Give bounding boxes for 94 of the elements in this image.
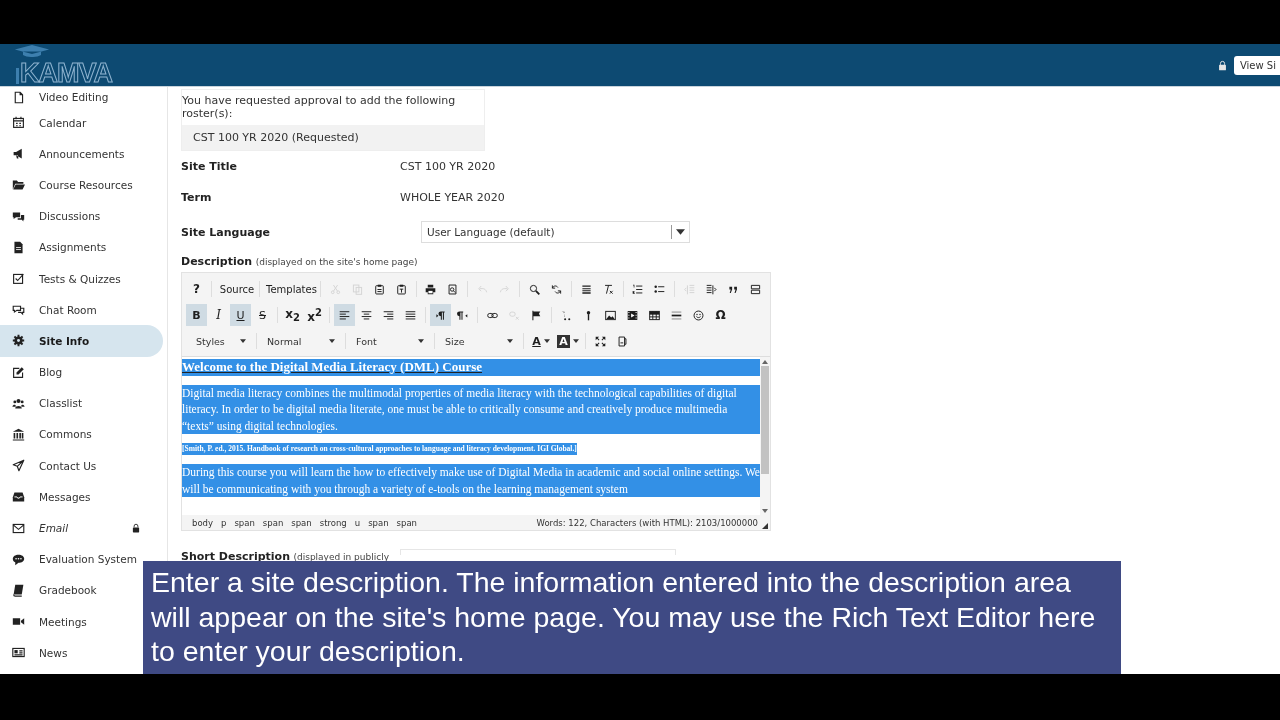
caret-icon	[572, 339, 579, 343]
align-left-button[interactable]	[334, 304, 355, 326]
sidebar-item[interactable]: Classlist	[0, 387, 141, 419]
sidebar-item[interactable]: Video Editing	[0, 87, 141, 107]
resize-grip-icon[interactable]	[762, 523, 768, 529]
background-color-button[interactable]: A	[555, 330, 581, 352]
field-label: Site Language	[181, 225, 271, 239]
logo[interactable]: KAMVA	[0, 44, 112, 86]
source-button[interactable]: Source	[215, 278, 256, 300]
format-combo[interactable]: Size	[439, 331, 519, 351]
envelope-icon	[12, 521, 25, 535]
sidebar-item[interactable]: Messages	[0, 481, 141, 513]
sidebar-item[interactable]: Contact Us	[0, 450, 141, 482]
element-path-item[interactable]: span	[234, 517, 255, 528]
sidebar-item[interactable]: News	[0, 637, 141, 669]
format-combo[interactable]: Normal	[261, 331, 341, 351]
calendar-icon	[12, 116, 25, 130]
newspaper-icon	[12, 646, 25, 660]
element-path-item[interactable]: span	[396, 517, 417, 528]
templates-button[interactable]: Templates	[264, 278, 316, 300]
book-icon	[12, 583, 25, 597]
format-combo[interactable]: Styles	[186, 331, 252, 351]
strikethrough-button[interactable]: S	[252, 304, 273, 326]
lock-icon	[131, 523, 141, 534]
special-character-button[interactable]: Ω	[710, 304, 731, 326]
sidebar-item[interactable]: Course Resources	[0, 169, 141, 201]
paper-plane-icon	[12, 459, 25, 473]
view-site-button[interactable]: View Si	[1233, 55, 1280, 75]
megaphone-icon	[12, 147, 25, 161]
sidebar-item[interactable]: Gradebook	[0, 574, 141, 606]
checkbox-icon	[12, 272, 25, 286]
caret-icon	[418, 339, 424, 343]
caret-icon	[676, 229, 685, 235]
show-blocks-icon	[617, 335, 628, 347]
pencil-square-icon	[12, 365, 25, 379]
description-label: Description (displayed on the site's home page)	[181, 254, 419, 270]
subscript-button[interactable]: x$_{2}$	[282, 304, 303, 326]
sidebar-item[interactable]: Assignments	[0, 231, 141, 263]
content-paragraph: Digital media literacy combines the multimodal properties of media literacy with the technological capabilities of digital literacy. In order to be digital media literate, one must be able to critically consume and creatively produce multimedia “texts” using digital technologies.	[182, 384, 760, 434]
speech-bubble-icon	[12, 552, 25, 566]
chat-bubble-icon	[12, 303, 25, 317]
sidebar-item[interactable]: Blog	[0, 356, 141, 388]
element-path-item[interactable]: strong	[319, 517, 347, 528]
caret-icon	[329, 339, 335, 343]
italic-button[interactable]: I	[208, 304, 229, 326]
text-color-button[interactable]: A	[528, 330, 554, 352]
sidebar-item[interactable]: Site Info	[0, 325, 163, 357]
caption: Enter a site description. The information entered into the description area will appear on the site's home page. You may use the Rich Text Editor here to enter your description.	[143, 561, 1121, 674]
sidebar-item[interactable]: Email	[0, 512, 141, 544]
sidebar-item[interactable]: Announcements	[0, 138, 141, 170]
content-paragraph: During this course you will learn the how to effectively make use of Digital Media in academic and social online settings. We will be communicating with you through a variety of e-tools on the learning management system	[182, 464, 760, 497]
sidebar-item[interactable]: Calendar	[0, 107, 141, 139]
element-path-item[interactable]: p	[221, 517, 227, 528]
bold-button[interactable]: B	[186, 304, 207, 326]
element-path-item[interactable]: span	[262, 517, 284, 528]
sidebar-item[interactable]: Evaluation System	[0, 543, 141, 575]
word-count: Words: 122, Characters (with HTML): 2103/1000000	[536, 517, 758, 528]
help-button[interactable]: ?	[186, 278, 207, 300]
superscript-button[interactable]: x$^{2}$	[304, 304, 325, 326]
element-path-item[interactable]: span	[368, 517, 389, 528]
folder-icon	[12, 178, 25, 192]
language-dropdown[interactable]: User Language (default)	[421, 221, 690, 243]
sidebar-item[interactable]: Discussions	[0, 200, 141, 232]
field-label: Site Title	[181, 160, 238, 173]
caret-icon	[507, 339, 513, 343]
users-icon	[12, 396, 25, 410]
element-path-item[interactable]: u	[354, 517, 361, 528]
short-description-field[interactable]	[400, 549, 676, 555]
document-icon	[12, 90, 25, 104]
content-heading: Welcome to the Digital Media Literacy (DML) Course	[182, 359, 760, 376]
file-icon	[12, 240, 25, 254]
bank-icon	[12, 427, 25, 441]
maximize-icon	[595, 335, 606, 347]
field-label: Term	[181, 191, 213, 204]
sidebar-item[interactable]: Meetings	[0, 606, 141, 638]
format-combo[interactable]: Font	[350, 331, 430, 351]
field-value: CST 100 YR 2020	[400, 160, 496, 173]
sidebar-item[interactable]: Commons	[0, 418, 141, 451]
sidebar-item[interactable]: Tests & Quizzes	[0, 262, 141, 295]
inbox-icon	[12, 490, 25, 504]
lock-icon	[1216, 59, 1228, 71]
gear-icon	[12, 334, 25, 348]
sidebar-item[interactable]: Chat Room	[0, 294, 141, 326]
element-path-item[interactable]: span	[291, 517, 312, 528]
chat-bubbles-icon	[12, 209, 25, 223]
graduation-cap-icon	[14, 44, 50, 57]
underline-button[interactable]: U	[230, 304, 251, 326]
left-to-right-button[interactable]	[430, 304, 451, 326]
caret-icon	[543, 339, 550, 343]
field-value: WHOLE YEAR 2020	[400, 191, 505, 204]
roster-item: CST 100 YR 2020 (Requested)	[182, 125, 484, 150]
scrollbar[interactable]	[760, 357, 770, 515]
caret-icon	[240, 339, 246, 343]
element-path-item[interactable]: body	[192, 517, 214, 528]
